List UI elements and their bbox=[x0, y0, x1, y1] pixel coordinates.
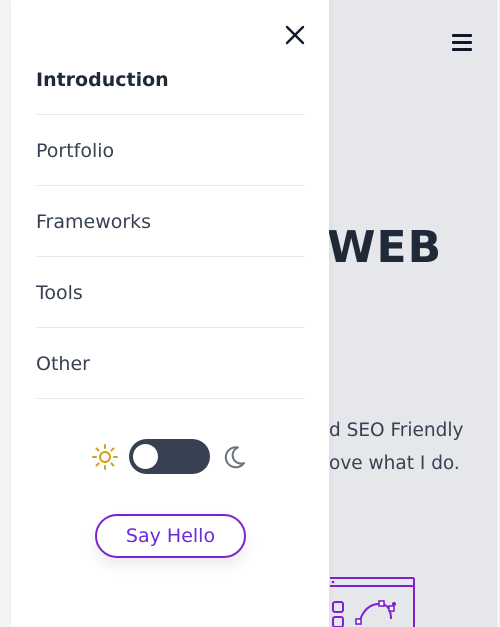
sun-icon bbox=[92, 444, 118, 470]
theme-toggle-switch[interactable] bbox=[129, 439, 210, 474]
hero-description-line-2: ove what I do. bbox=[329, 453, 460, 474]
drawer-gutter bbox=[0, 0, 11, 627]
nav-item-introduction[interactable]: Introduction bbox=[36, 44, 305, 115]
nav-item-label: Frameworks bbox=[36, 211, 152, 233]
nav-menu: Introduction Portfolio Frameworks Tools … bbox=[36, 44, 305, 399]
nav-item-other[interactable]: Other bbox=[36, 328, 305, 399]
navigation-drawer: Introduction Portfolio Frameworks Tools … bbox=[11, 0, 329, 627]
hero-heading-fragment: WEB bbox=[327, 222, 443, 273]
say-hello-button[interactable]: Say Hello bbox=[95, 514, 246, 558]
nav-item-label: Tools bbox=[36, 282, 83, 304]
hamburger-menu-icon[interactable] bbox=[449, 30, 475, 54]
nav-item-label: Introduction bbox=[36, 69, 169, 91]
theme-switcher bbox=[91, 436, 251, 476]
nav-item-frameworks[interactable]: Frameworks bbox=[36, 186, 305, 257]
illustration-graphic bbox=[330, 577, 415, 627]
nav-item-tools[interactable]: Tools bbox=[36, 257, 305, 328]
nav-item-portfolio[interactable]: Portfolio bbox=[36, 115, 305, 186]
toggle-knob bbox=[133, 444, 158, 469]
moon-icon bbox=[224, 446, 245, 469]
nav-item-label: Other bbox=[36, 353, 90, 375]
nav-item-label: Portfolio bbox=[36, 140, 115, 162]
hero-description-line-1: d SEO Friendly bbox=[329, 420, 464, 441]
